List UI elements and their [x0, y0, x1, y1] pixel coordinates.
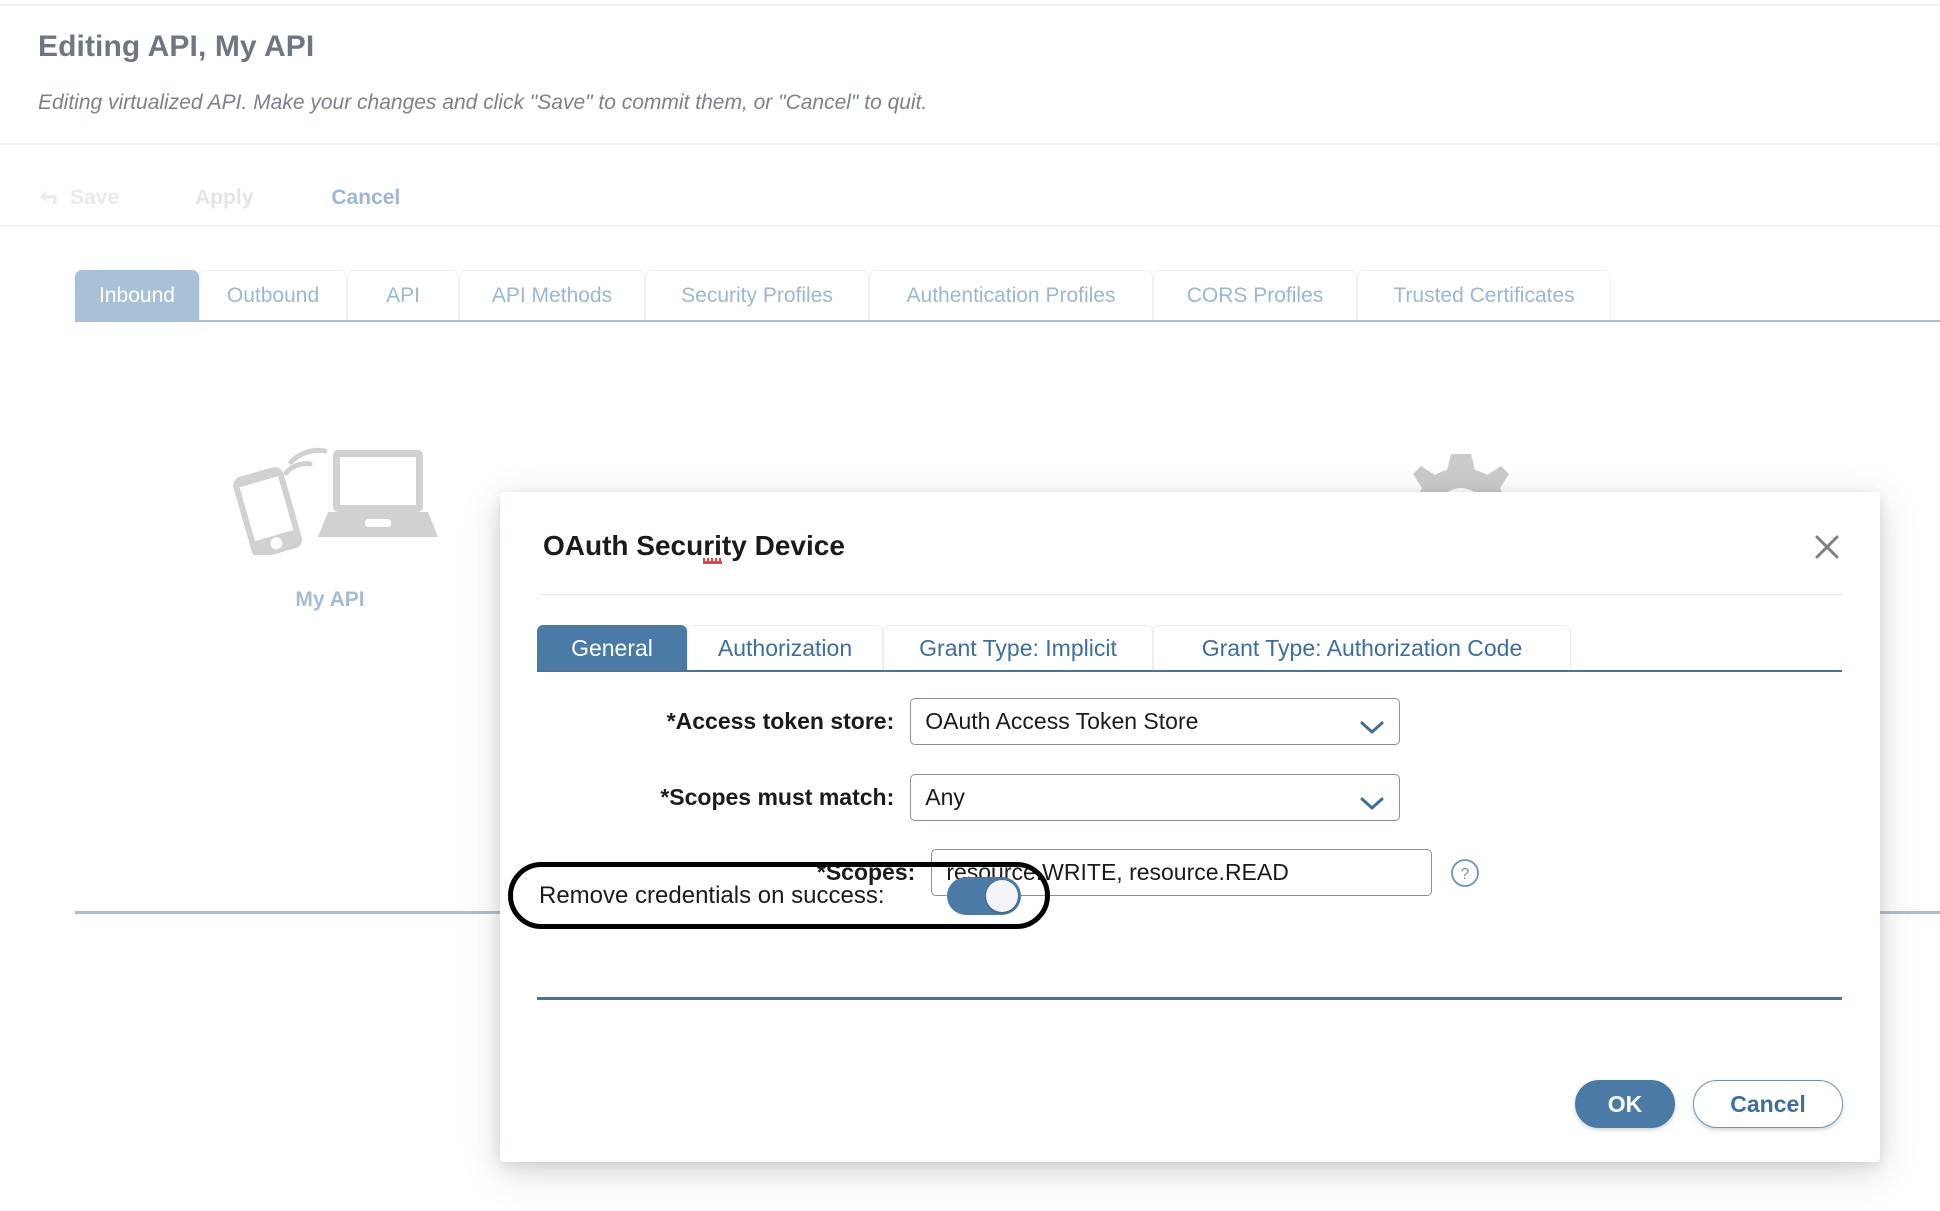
dialog-tab-label: Grant Type: Authorization Code — [1201, 635, 1523, 661]
tab-label: API — [386, 283, 420, 307]
tab-bar-underline — [75, 320, 1940, 322]
tab-label: API Methods — [491, 283, 613, 307]
tab-api[interactable]: API — [347, 270, 459, 320]
tab-label: Inbound — [99, 283, 175, 307]
tab-cors-profiles[interactable]: CORS Profiles — [1153, 270, 1357, 320]
dialog-cancel-button[interactable]: Cancel — [1693, 1080, 1843, 1128]
dialog-body-divider — [537, 997, 1842, 1000]
cancel-button-label: Cancel — [331, 186, 401, 209]
toggle-knob — [986, 879, 1018, 912]
dialog-tab-general[interactable]: General — [537, 625, 687, 671]
tab-label: Security Profiles — [681, 283, 833, 307]
apply-button-label: Apply — [195, 186, 254, 209]
dialog-tab-label: Authorization — [717, 635, 853, 661]
dialog-footer: OK Cancel — [1575, 1080, 1843, 1128]
tab-label: CORS Profiles — [1186, 283, 1324, 307]
action-bar-divider — [0, 225, 1940, 227]
page-title: Editing API, My API — [38, 30, 315, 63]
tab-trusted-certificates[interactable]: Trusted Certificates — [1357, 270, 1611, 320]
dialog-tab-grant-type-authorization-code[interactable]: Grant Type: Authorization Code — [1153, 625, 1571, 671]
header-divider — [0, 143, 1940, 145]
tab-outbound[interactable]: Outbound — [199, 270, 347, 320]
tab-security-profiles[interactable]: Security Profiles — [645, 270, 869, 320]
svg-text:?: ? — [1461, 866, 1470, 883]
ok-button[interactable]: OK — [1575, 1080, 1675, 1128]
dialog-tab-grant-type-implicit[interactable]: Grant Type: Implicit — [883, 625, 1153, 671]
ok-button-label: OK — [1607, 1090, 1643, 1117]
access-token-store-row: *Access token store: OAuth Access Token … — [500, 698, 1400, 745]
back-arrow-icon — [38, 188, 60, 208]
access-token-store-label: *Access token store: — [666, 708, 895, 734]
chevron-down-icon — [1359, 790, 1385, 809]
scopes-must-match-label: *Scopes must match: — [660, 784, 895, 810]
tab-authentication-profiles[interactable]: Authentication Profiles — [869, 270, 1153, 320]
dialog-tab-underline — [537, 670, 1842, 672]
page-subtitle: Editing virtualized API. Make your chang… — [38, 91, 928, 114]
dialog-header-divider — [539, 594, 1842, 595]
close-icon[interactable] — [1810, 530, 1844, 564]
dialog-tab-authorization[interactable]: Authorization — [687, 625, 883, 671]
help-circle-icon[interactable]: ? — [1450, 858, 1480, 888]
main-tab-bar: Inbound Outbound API API Methods Security Pr… — [0, 270, 1940, 322]
dialog-title-suffix: ty Device — [721, 530, 845, 561]
tab-api-methods[interactable]: API Methods — [459, 270, 645, 320]
top-hairline — [0, 4, 1940, 6]
tab-label: Trusted Certificates — [1393, 283, 1575, 307]
phone-and-laptop-icon — [220, 445, 440, 558]
tab-inbound[interactable]: Inbound — [75, 270, 199, 320]
dialog-title: OAuth Security Device — [543, 530, 845, 564]
dialog-title-prefix: OAuth Secu — [543, 530, 704, 561]
cancel-button[interactable]: Cancel — [331, 186, 400, 210]
scopes-must-match-value: Any — [925, 784, 965, 810]
chevron-down-icon — [1359, 714, 1385, 733]
save-button-label: Save — [70, 186, 120, 209]
dialog-tab-label: Grant Type: Implicit — [919, 635, 1117, 661]
dialog-cancel-button-label: Cancel — [1730, 1090, 1806, 1117]
action-bar: Save Apply Cancel — [38, 178, 400, 218]
access-token-store-value: OAuth Access Token Store — [925, 708, 1199, 734]
remove-credentials-toggle[interactable] — [947, 876, 1021, 915]
scopes-must-match-row: *Scopes must match: Any — [500, 774, 1400, 821]
access-token-store-select[interactable]: OAuth Access Token Store — [910, 698, 1400, 745]
tab-label: Outbound — [226, 283, 320, 307]
save-button[interactable]: Save — [38, 186, 119, 210]
dialog-tab-label: General — [571, 635, 653, 661]
remove-credentials-highlight-box: Remove credentials on success: — [508, 862, 1050, 929]
tab-label: Authentication Profiles — [906, 283, 1116, 307]
dialog-title-misspelled-segment: ri — [703, 530, 722, 564]
remove-credentials-label: Remove credentials on success: — [539, 881, 885, 909]
oauth-security-device-dialog: OAuth Security Device General Authorizati… — [500, 492, 1880, 1162]
device-label: My API — [295, 588, 365, 611]
apply-button[interactable]: Apply — [195, 186, 253, 210]
scopes-must-match-select[interactable]: Any — [910, 774, 1400, 821]
app-root: Editing API, My API Editing virtualized … — [0, 0, 1940, 1211]
